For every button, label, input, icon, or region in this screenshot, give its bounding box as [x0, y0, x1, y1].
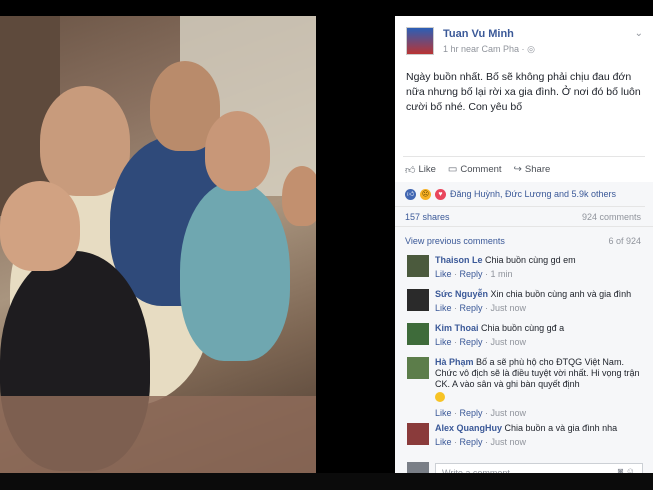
commenter-name[interactable]: Alex QuangHuy — [435, 423, 502, 433]
commenter-avatar[interactable] — [407, 357, 429, 379]
like-reaction-icon: 👍︎ — [405, 188, 416, 200]
reactions-summary[interactable]: 👍︎ ☹ ♥ Đăng Huỳnh, Đức Lương and 5.9k ot… — [395, 182, 645, 207]
post-meta: 1 hr near Cam Pha · ◎ — [443, 44, 535, 54]
comment-like-link[interactable]: Like — [435, 303, 452, 313]
comment-time: Just now — [490, 303, 527, 313]
comment-like-link[interactable]: Like — [435, 269, 452, 279]
comment-reply-link[interactable]: Reply — [460, 408, 483, 418]
comment-time: Just now — [490, 437, 527, 447]
comment-reply-link[interactable]: Reply — [460, 337, 483, 347]
commenter-name[interactable]: Kim Thoai — [435, 323, 479, 333]
post-panel: Tuan Vu Minh 1 hr near Cam Pha · ◎ ⌄ Ngà… — [395, 16, 653, 484]
comment-item: Thaison Le Chia buồn cùng gd em Like · R… — [395, 255, 653, 281]
comment-item: Kim Thoai Chia buồn cùng gđ a Like · Rep… — [395, 323, 653, 349]
comments-section: 👍︎ ☹ ♥ Đăng Huỳnh, Đức Lương and 5.9k ot… — [395, 182, 653, 484]
commenter-avatar[interactable] — [407, 323, 429, 345]
comment-reply-link[interactable]: Reply — [460, 437, 483, 447]
comment-item: Alex QuangHuy Chia buồn a và gia đình nh… — [395, 423, 653, 449]
comment-text: Chia buồn cùng gđ a — [481, 323, 565, 333]
comment-time: Just now — [490, 408, 527, 418]
post-actions: 👍︎ Like ▭ Comment ↪ Share — [403, 156, 645, 182]
post-stats: 157 shares 924 comments — [395, 207, 653, 227]
commenter-avatar[interactable] — [407, 423, 429, 445]
author-name[interactable]: Tuan Vu Minh — [443, 28, 514, 40]
chevron-down-icon[interactable]: ⌄ — [635, 28, 643, 39]
comment-like-link[interactable]: Like — [435, 337, 452, 347]
comment-item: Sức Nguyễn Xin chia buồn cùng anh và gia… — [395, 289, 653, 315]
comment-text: Xin chia buồn cùng anh và gia đình — [490, 289, 632, 299]
comment-icon: ▭ — [447, 164, 458, 175]
shares-count[interactable]: 157 shares — [405, 212, 450, 222]
view-previous-link[interactable]: View previous comments — [405, 236, 505, 246]
comment-time: Just now — [490, 337, 527, 347]
love-reaction-icon: ♥ — [435, 188, 446, 200]
comment-like-link[interactable]: Like — [435, 437, 452, 447]
share-button[interactable]: ↪ Share — [514, 164, 551, 175]
comment-text: Chia buồn cùng gd em — [485, 255, 576, 265]
commenter-avatar[interactable] — [407, 289, 429, 311]
comments-count[interactable]: 924 comments — [582, 212, 641, 222]
post-photo[interactable] — [0, 16, 316, 473]
author-avatar[interactable] — [406, 27, 434, 55]
globe-icon: ◎ — [527, 44, 535, 54]
commenter-avatar[interactable] — [407, 255, 429, 277]
sad-reaction-icon: ☹ — [420, 188, 431, 200]
post-header: Tuan Vu Minh 1 hr near Cam Pha · ◎ ⌄ — [395, 16, 653, 64]
comment-item: Hà Phạm Bố a sẽ phù hộ cho ĐTQG Việt Nam… — [395, 357, 653, 419]
commenter-name[interactable]: Thaison Le — [435, 255, 483, 265]
commenter-name[interactable]: Hà Phạm — [435, 357, 474, 367]
view-previous-comments: View previous comments 6 of 924 — [395, 231, 653, 251]
post-text: Ngày buồn nhất. Bố sẽ không phải chịu đa… — [406, 71, 641, 113]
comment-time: 1 min — [490, 269, 513, 279]
comments-page-count: 6 of 924 — [608, 236, 641, 246]
comment-reply-link[interactable]: Reply — [460, 269, 483, 279]
share-icon: ↪ — [513, 164, 522, 175]
comment-button[interactable]: ▭ Comment — [448, 164, 502, 175]
comment-text: Chia buồn a và gia đình nha — [504, 423, 618, 433]
comment-reply-link[interactable]: Reply — [460, 303, 483, 313]
taskbar — [0, 473, 653, 490]
commenter-name[interactable]: Sức Nguyễn — [435, 289, 488, 299]
smile-emoji-icon — [435, 392, 445, 402]
comment-like-link[interactable]: Like — [435, 408, 452, 418]
thumbs-up-icon: 👍︎ — [405, 164, 416, 176]
like-button[interactable]: 👍︎ Like — [405, 164, 436, 176]
